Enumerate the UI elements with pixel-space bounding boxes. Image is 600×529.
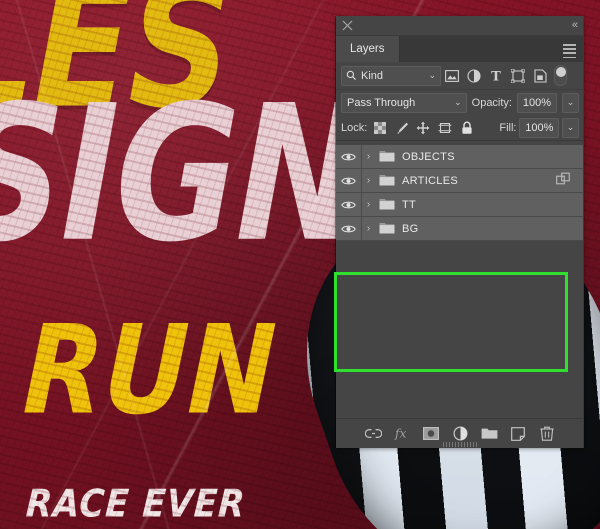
layer-disclosure-chevron-icon[interactable]: › [362, 151, 375, 162]
layer-name-label: OBJECTS [402, 150, 455, 163]
opacity-label: Opacity: [471, 96, 512, 109]
layer-visibility-toggle[interactable] [336, 145, 362, 168]
table-row[interactable]: › TT [336, 193, 584, 217]
menu-line [563, 56, 576, 59]
fill-stepper-chevron-icon[interactable]: ⌄ [562, 117, 579, 138]
add-layer-mask-button[interactable] [423, 425, 440, 442]
layer-disclosure-chevron-icon[interactable]: › [362, 199, 375, 210]
panel-titlebar: « [336, 16, 584, 36]
folder-icon [375, 150, 399, 163]
delete-layer-button[interactable] [539, 425, 556, 442]
new-group-button[interactable] [481, 425, 498, 442]
layer-visibility-toggle[interactable] [336, 217, 362, 240]
table-row[interactable]: › ARTICLES [336, 169, 584, 193]
menu-line [563, 52, 576, 54]
filter-smartobject-icon[interactable] [529, 65, 551, 87]
svg-text:T: T [491, 69, 501, 83]
svg-text:fx: fx [394, 427, 406, 441]
smart-object-badge-icon[interactable] [556, 172, 570, 189]
eye-icon [341, 225, 356, 232]
magnifier-icon [346, 70, 356, 80]
eye-icon [341, 177, 356, 184]
lock-position-icon[interactable] [414, 118, 433, 137]
opacity-input[interactable]: 100% [517, 92, 557, 113]
folder-icon [375, 198, 399, 211]
selection-highlight-box [334, 272, 568, 372]
filter-type-icon[interactable]: T [485, 65, 507, 87]
panel-resize-grip[interactable] [443, 442, 477, 447]
folder-icon [375, 222, 399, 235]
layer-name-label: BG [402, 222, 419, 235]
layer-list[interactable]: › OBJECTS › ARTICLES › TT › BG [334, 141, 584, 372]
link-layers-button[interactable] [364, 425, 382, 442]
eye-icon [341, 153, 356, 160]
lock-image-icon[interactable] [392, 118, 411, 137]
layer-filter-row: Kind ⌄ T [336, 62, 584, 90]
lock-transparency-icon[interactable] [370, 118, 389, 137]
blend-mode-select[interactable]: Pass Through ⌄ [341, 92, 467, 113]
panel-tab-bar: Layers [336, 36, 584, 62]
lock-label: Lock: [341, 121, 368, 134]
table-row[interactable]: › BG [336, 217, 584, 241]
lock-row: Lock: Fill: 100% ⌄ [336, 115, 584, 141]
chevron-down-icon: ⌄ [428, 70, 436, 80]
layer-visibility-toggle[interactable] [336, 193, 362, 216]
layer-disclosure-chevron-icon[interactable]: › [362, 223, 375, 234]
collapse-panel-icon[interactable]: « [572, 19, 578, 31]
menu-line [563, 48, 576, 50]
filter-shape-icon[interactable] [507, 65, 529, 87]
blend-mode-row: Pass Through ⌄ Opacity: 100% ⌄ [336, 90, 584, 115]
layers-bottom-toolbar: fx [336, 418, 584, 448]
opacity-stepper-chevron-icon[interactable]: ⌄ [562, 92, 579, 113]
filter-kind-label: Kind [361, 69, 384, 82]
filter-kind-select[interactable]: Kind ⌄ [341, 65, 441, 86]
layer-name-label: TT [402, 198, 417, 211]
eye-icon [341, 201, 356, 208]
menu-line [563, 44, 576, 46]
chevron-down-icon: ⌄ [454, 97, 462, 107]
close-icon[interactable] [342, 20, 353, 31]
layers-panel[interactable]: « Layers Kind ⌄ T Pass Through ⌄ Opacity… [334, 16, 584, 448]
panel-right-edge [583, 16, 584, 448]
tab-layers[interactable]: Layers [336, 36, 400, 62]
fill-label: Fill: [499, 121, 517, 134]
layer-name-label: ARTICLES [402, 174, 458, 187]
folder-icon [375, 174, 399, 187]
lock-all-icon[interactable] [458, 118, 477, 137]
blend-mode-value: Pass Through [347, 96, 416, 109]
lock-artboard-icon[interactable] [436, 118, 455, 137]
fill-input[interactable]: 100% [519, 117, 560, 138]
filter-enable-toggle[interactable] [554, 65, 567, 86]
panel-menu-icon[interactable] [563, 44, 576, 61]
layer-visibility-toggle[interactable] [336, 169, 362, 192]
tab-layers-label: Layers [350, 43, 385, 55]
new-adjustment-button[interactable] [452, 425, 469, 442]
table-row[interactable]: › OBJECTS [336, 145, 584, 169]
layer-disclosure-chevron-icon[interactable]: › [362, 175, 375, 186]
layer-style-button[interactable]: fx [394, 425, 411, 442]
filter-adjustment-icon[interactable] [463, 65, 485, 87]
filter-pixel-icon[interactable] [441, 65, 463, 87]
new-layer-button[interactable] [510, 425, 527, 442]
